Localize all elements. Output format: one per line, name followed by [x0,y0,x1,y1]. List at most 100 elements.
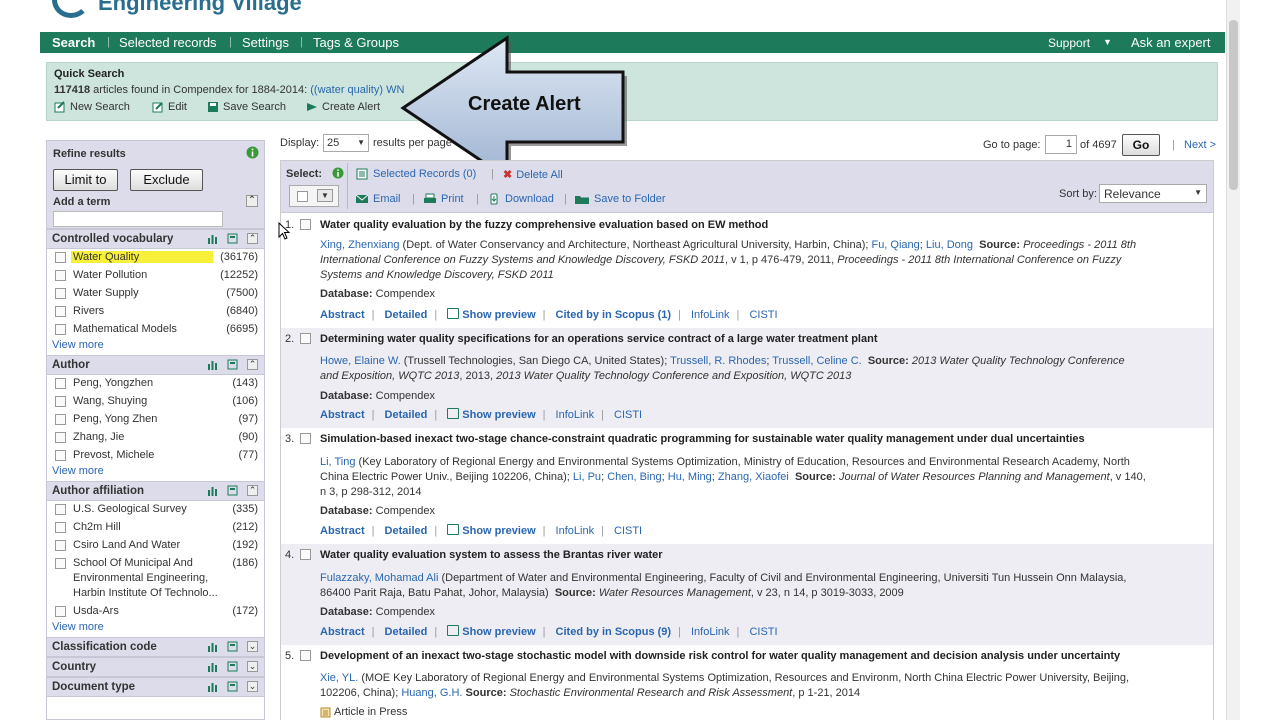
select-all-checkbox[interactable] [297,191,308,202]
result-checkbox[interactable] [300,333,311,344]
cisti-link[interactable]: CISTI [749,309,777,321]
download-icon[interactable] [227,359,238,370]
facet-checkbox[interactable] [55,522,66,533]
show-preview-link[interactable]: Show preview [462,525,535,537]
author-link[interactable]: Howe, Elaine W. [320,355,401,367]
nav-selected-records[interactable]: Selected records [119,35,217,50]
abstract-link[interactable]: Abstract [320,309,365,321]
facet-checkbox[interactable] [55,306,66,317]
abstract-link[interactable]: Abstract [320,409,365,421]
show-preview-link[interactable]: Show preview [462,309,535,321]
facet-item[interactable]: Water Pollution (12252) [47,267,264,285]
result-checkbox[interactable] [300,650,311,661]
facet-checkbox[interactable] [55,252,66,263]
detailed-link[interactable]: Detailed [385,626,428,638]
expand-icon[interactable]: ⌄ [247,641,258,652]
show-preview-link[interactable]: Show preview [462,626,535,638]
facet-item[interactable]: Water Quality (36176) [47,249,264,267]
results-per-page-select[interactable]: 25 ▼ [323,134,369,152]
search-query-link[interactable]: ((water quality) WN [310,84,404,96]
view-more-link[interactable]: View more [47,465,264,481]
download-icon[interactable] [227,233,238,244]
detailed-link[interactable]: Detailed [385,409,428,421]
chart-icon[interactable] [207,233,218,244]
create-alert-button[interactable]: Create Alert [306,101,380,113]
result-title[interactable]: Water quality evaluation by the fuzzy co… [320,219,768,231]
facet-controlled-vocabulary[interactable]: Controlled vocabulary ⌃ [47,229,264,249]
author-link[interactable]: Chen, Bing [607,471,661,483]
result-checkbox[interactable] [300,549,311,560]
new-search-button[interactable]: New Search [54,101,130,113]
facet-item[interactable]: Csiro Land And Water (192) [47,537,264,555]
save-to-folder-link[interactable]: Save to Folder [575,193,666,205]
facet-checkbox[interactable] [55,378,66,389]
page-input[interactable]: 1 [1045,135,1077,154]
download-icon[interactable] [227,641,238,652]
info-icon[interactable] [246,146,259,159]
author-link[interactable]: Trussell, Celine C. [772,355,861,367]
scrollbar-thumb[interactable] [1229,20,1238,190]
email-link[interactable]: Email [356,193,401,205]
facet-checkbox[interactable] [55,414,66,425]
author-link[interactable]: Trussell, R. Rhodes [670,355,766,367]
result-title[interactable]: Determining water quality specifications… [320,333,877,345]
view-more-link[interactable]: View more [47,621,264,637]
result-title[interactable]: Simulation-based inexact two-stage chanc… [320,433,1085,445]
author-link[interactable]: Zhang, Xiaofei [718,471,789,483]
facet-item[interactable]: Water Supply (7500) [47,285,264,303]
sort-select[interactable]: Relevance ▼ [1099,184,1207,203]
cisti-link[interactable]: CISTI [614,409,642,421]
infolink-link[interactable]: InfoLink [556,409,595,421]
author-link[interactable]: Huang, G.H. [401,687,462,699]
collapse-icon[interactable]: ⌃ [247,485,258,496]
facet-item[interactable]: Usda-Ars (172) [47,603,264,621]
facet-item[interactable]: Rivers (6840) [47,303,264,321]
nav-settings[interactable]: Settings [242,35,289,50]
nav-tags-groups[interactable]: Tags & Groups [313,35,399,50]
facet-checkbox[interactable] [55,324,66,335]
download-icon[interactable] [227,485,238,496]
collapse-icon[interactable]: ⌃ [247,359,258,370]
nav-search[interactable]: Search [52,35,95,50]
chevron-down-icon[interactable]: ▼ [317,189,333,202]
chevron-down-icon[interactable]: ▼ [1103,37,1112,47]
expand-icon[interactable]: ⌄ [247,681,258,692]
nav-support[interactable]: Support [1048,36,1090,50]
detailed-link[interactable]: Detailed [385,309,428,321]
go-button[interactable]: Go [1122,134,1160,156]
nav-ask-expert[interactable]: Ask an expert [1131,35,1211,50]
author-link[interactable]: Fulazzaky, Mohamad Ali [320,572,438,584]
save-search-button[interactable]: Save Search [207,101,286,113]
infolink-link[interactable]: InfoLink [691,309,730,321]
author-link[interactable]: Hu, Ming [668,471,712,483]
facet-item[interactable]: Ch2m Hill (212) [47,519,264,537]
collapse-icon[interactable]: ⌃ [246,195,258,207]
print-link[interactable]: Print [424,193,464,205]
facet-checkbox[interactable] [55,558,66,569]
facet-author-affiliation[interactable]: Author affiliation ⌃ [47,481,264,501]
facet-checkbox[interactable] [55,288,66,299]
author-link[interactable]: Xing, Zhenxiang [320,239,400,251]
facet-item[interactable]: Peng, Yongzhen (143) [47,375,264,393]
abstract-link[interactable]: Abstract [320,626,365,638]
facet-document-type[interactable]: Document type ⌄ [47,677,264,697]
next-page-link[interactable]: Next > [1184,139,1216,151]
facet-checkbox[interactable] [55,606,66,617]
facet-item[interactable]: School Of Municipal And Environmental En… [47,555,264,603]
chart-icon[interactable] [207,661,218,672]
show-preview-link[interactable]: Show preview [462,409,535,421]
facet-checkbox[interactable] [55,270,66,281]
facet-country[interactable]: Country ⌄ [47,657,264,677]
collapse-icon[interactable]: ⌃ [247,233,258,244]
cisti-link[interactable]: CISTI [614,525,642,537]
facet-checkbox[interactable] [55,450,66,461]
chart-icon[interactable] [207,485,218,496]
download-icon[interactable] [227,681,238,692]
facet-item[interactable]: Peng, Yong Zhen (97) [47,411,264,429]
author-link[interactable]: Li, Ting [320,456,355,468]
result-checkbox[interactable] [300,433,311,444]
facet-item[interactable]: Prevost, Michele (77) [47,447,264,465]
chart-icon[interactable] [207,681,218,692]
edit-button[interactable]: Edit [152,101,187,113]
result-title[interactable]: Water quality evaluation system to asses… [320,549,663,561]
